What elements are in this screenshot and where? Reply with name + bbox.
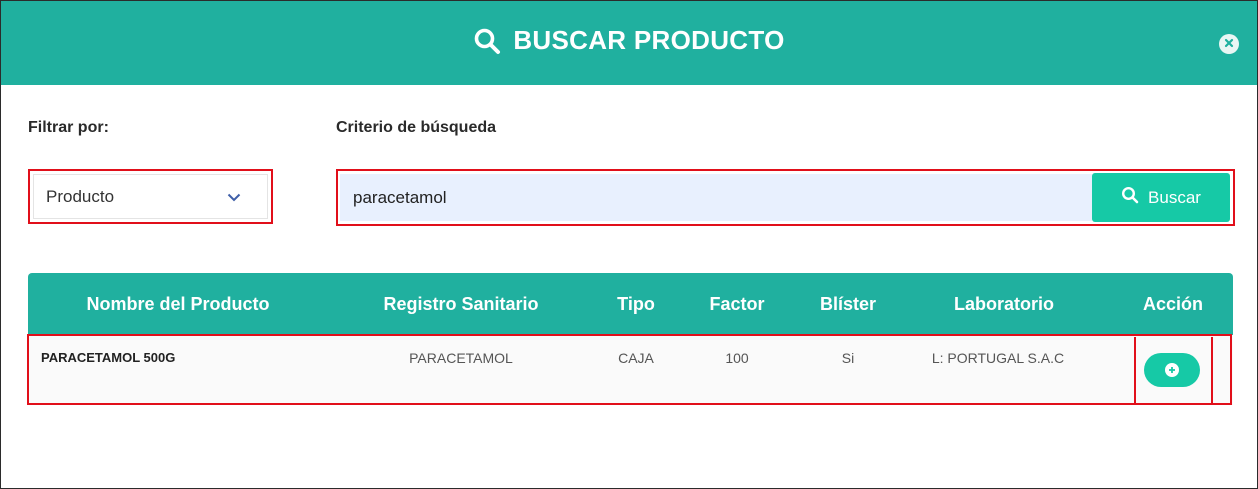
modal-header: BUSCAR PRODUCTO: [1, 1, 1257, 85]
column-header-tipo: Tipo: [617, 294, 655, 314]
table-row: PARACETAMOL 500G PARACETAMOL CAJA 100 Si…: [28, 335, 1233, 405]
column-header-factor: Factor: [709, 294, 765, 314]
cell-factor: 100: [725, 350, 749, 366]
search-icon: [473, 27, 501, 55]
search-button-label: Buscar: [1148, 187, 1201, 207]
close-button[interactable]: [1219, 34, 1239, 54]
search-icon: [1121, 186, 1139, 209]
column-header-nombre: Nombre del Producto: [86, 294, 270, 314]
cell-registro: PARACETAMOL: [409, 350, 513, 366]
cell-blister: Si: [841, 350, 855, 366]
modal-title-text: BUSCAR PRODUCTO: [513, 25, 785, 55]
column-header-blister: Blíster: [819, 294, 877, 314]
cell-tipo: CAJA: [618, 350, 654, 366]
column-header-laboratorio: Laboratorio: [953, 294, 1054, 314]
search-product-modal: BUSCAR PRODUCTO Filtrar por: Criterio de…: [0, 0, 1258, 489]
filter-select-highlight: Producto: [28, 169, 273, 224]
plus-circle-icon: [1165, 363, 1179, 377]
column-header-accion: Acción: [1142, 294, 1203, 314]
products-table: Nombre del Producto Registro Sanitario T…: [28, 273, 1233, 405]
close-icon: [1224, 35, 1234, 53]
search-criteria-label: Criterio de búsqueda: [336, 119, 497, 136]
cell-nombre: PARACETAMOL 500G: [41, 350, 176, 365]
column-header-registro: Registro Sanitario: [383, 294, 539, 314]
search-button[interactable]: Buscar: [1092, 173, 1230, 222]
add-product-button[interactable]: [1144, 353, 1200, 387]
search-group-highlight: Buscar: [336, 169, 1235, 226]
filter-select-value: Producto: [46, 186, 115, 206]
table-header: Nombre del Producto Registro Sanitario T…: [28, 273, 1233, 335]
chevron-down-icon: [227, 187, 241, 207]
search-input[interactable]: [340, 174, 1092, 221]
filter-label: Filtrar por:: [28, 119, 109, 136]
cell-laboratorio: L: PORTUGAL S.A.C: [931, 350, 1065, 366]
filter-select[interactable]: Producto: [33, 174, 268, 219]
modal-title: BUSCAR PRODUCTO: [1, 25, 1257, 56]
